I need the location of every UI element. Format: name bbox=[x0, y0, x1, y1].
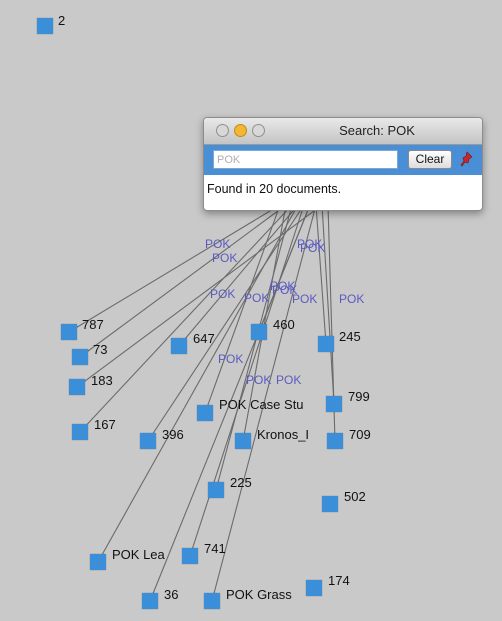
search-toolbar: Clear bbox=[204, 145, 482, 175]
edge-label: POK bbox=[272, 283, 298, 297]
edge-label: POK bbox=[205, 237, 231, 251]
graph-node[interactable] bbox=[318, 336, 334, 352]
edge-label: POK bbox=[244, 291, 270, 305]
graph-node[interactable] bbox=[306, 580, 322, 596]
graph-node-label: 787 bbox=[82, 317, 104, 332]
graph-node-label: 174 bbox=[328, 573, 350, 588]
graph-node[interactable] bbox=[37, 18, 53, 34]
graph-node-label: 396 bbox=[162, 427, 184, 442]
graph-node-label: 225 bbox=[230, 475, 252, 490]
graph-node-label: 709 bbox=[349, 427, 371, 442]
search-input[interactable] bbox=[213, 150, 398, 169]
edge-label: POK bbox=[210, 287, 236, 301]
minimize-button[interactable] bbox=[234, 124, 247, 137]
graph-node[interactable] bbox=[204, 593, 220, 609]
graph-node-label: 36 bbox=[164, 587, 179, 602]
graph-node-label: 460 bbox=[273, 317, 295, 332]
graph-edge bbox=[68, 204, 281, 333]
edge-label: POK bbox=[218, 352, 244, 366]
edge-label: POK bbox=[276, 373, 302, 387]
edge-label: POK bbox=[300, 241, 326, 255]
graph-node-label: POK Grass bbox=[226, 587, 292, 602]
graph-node[interactable] bbox=[322, 496, 338, 512]
graph-canvas[interactable]: 2 787 73 183 167 647 396 460 245 799 709 POK Case S… bbox=[0, 0, 502, 621]
close-button[interactable] bbox=[216, 124, 229, 137]
graph-node-label: 167 bbox=[94, 417, 116, 432]
edge-label: POK bbox=[246, 373, 272, 387]
graph-node[interactable] bbox=[140, 433, 156, 449]
graph-node-label: 2 bbox=[58, 13, 66, 28]
graph-node[interactable] bbox=[197, 405, 213, 421]
graph-node-label: 741 bbox=[204, 541, 226, 556]
graph-node[interactable] bbox=[142, 593, 158, 609]
graph-node[interactable] bbox=[171, 338, 187, 354]
graph-node[interactable] bbox=[251, 324, 267, 340]
graph-node[interactable] bbox=[182, 548, 198, 564]
graph-node[interactable] bbox=[235, 433, 251, 449]
graph-node[interactable] bbox=[90, 554, 106, 570]
pin-icon[interactable] bbox=[458, 151, 474, 169]
graph-node[interactable] bbox=[327, 433, 343, 449]
graph-node-label: 245 bbox=[339, 329, 361, 344]
edge-label: POK bbox=[212, 251, 238, 265]
search-window: Search: POK Clear Found in 20 documents. bbox=[203, 117, 483, 211]
graph-node-label: 73 bbox=[93, 342, 108, 357]
graph-node[interactable] bbox=[326, 396, 342, 412]
graph-node-label: POK Case Stu bbox=[219, 397, 304, 412]
graph-edges bbox=[68, 204, 336, 602]
graph-edge bbox=[321, 204, 335, 405]
graph-node[interactable] bbox=[72, 349, 88, 365]
graph-node[interactable] bbox=[61, 324, 77, 340]
search-window-title: Search: POK bbox=[339, 123, 415, 138]
graph-edge bbox=[315, 204, 327, 345]
graph-node-label: 647 bbox=[193, 331, 215, 346]
graph-node[interactable] bbox=[72, 424, 88, 440]
graph-node-label: 502 bbox=[344, 489, 366, 504]
zoom-button[interactable] bbox=[252, 124, 265, 137]
graph-node-label: 799 bbox=[348, 389, 370, 404]
clear-button[interactable]: Clear bbox=[408, 150, 452, 169]
graph-node-label: Kronos_I bbox=[257, 427, 310, 442]
search-status: Found in 20 documents. bbox=[207, 182, 342, 196]
graph-node-label: POK Lea bbox=[112, 547, 165, 562]
graph-node-label: 183 bbox=[91, 373, 113, 388]
edge-label: POK bbox=[339, 292, 365, 306]
graph-node[interactable] bbox=[208, 482, 224, 498]
graph-node[interactable] bbox=[69, 379, 85, 395]
search-titlebar[interactable]: Search: POK bbox=[204, 118, 482, 145]
